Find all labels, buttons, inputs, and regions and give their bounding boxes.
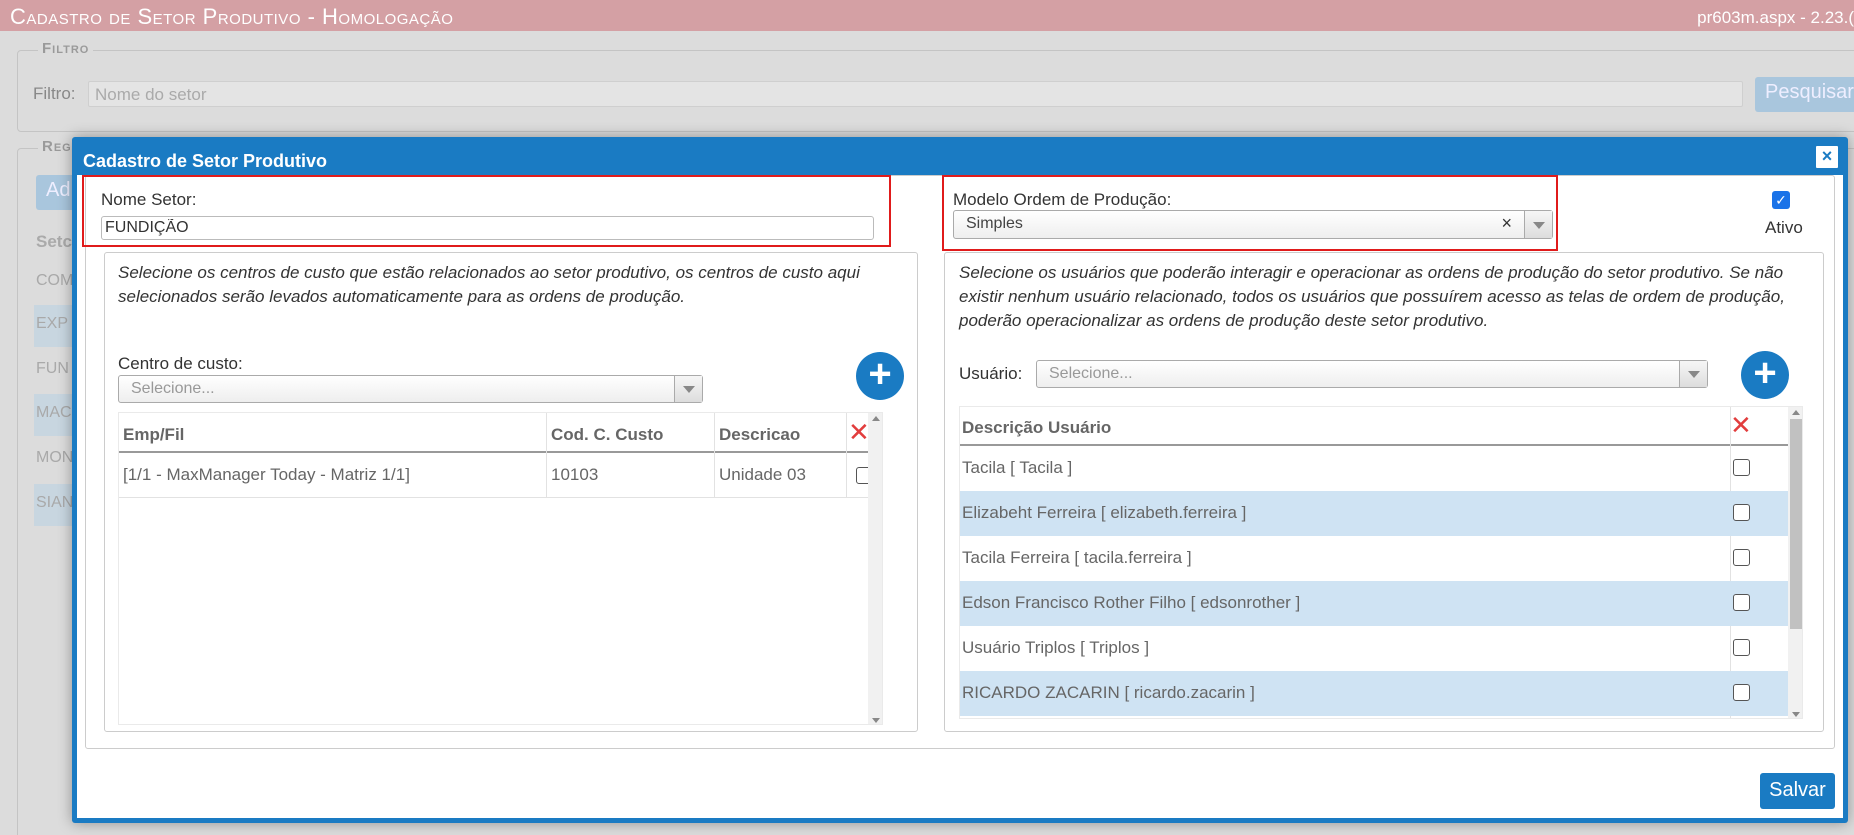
col-header-cod-custo: Cod. C. Custo bbox=[551, 425, 664, 444]
row-checkbox[interactable] bbox=[1733, 684, 1750, 701]
row-checkbox[interactable] bbox=[1733, 504, 1750, 521]
add-usuario-button[interactable]: + bbox=[1741, 351, 1789, 399]
nome-setor-input[interactable] bbox=[101, 216, 874, 240]
filter-legend: Filtro bbox=[38, 40, 94, 57]
cell-usuario: Tacila [ Tacila ] bbox=[962, 458, 1073, 477]
cell-cod-custo: 10103 bbox=[551, 465, 599, 484]
usuarios-description: Selecione os usuários que poderão intera… bbox=[959, 263, 1785, 330]
scroll-up-icon[interactable] bbox=[1792, 410, 1800, 415]
chevron-down-icon[interactable] bbox=[1524, 211, 1552, 238]
close-icon[interactable]: × bbox=[1815, 145, 1839, 169]
row-checkbox[interactable] bbox=[1733, 549, 1750, 566]
delete-selected-icon[interactable]: ✕ bbox=[1730, 412, 1752, 438]
table-row: Tacila Ferreira [ tacila.ferreira ] bbox=[960, 536, 1788, 581]
usuarios-panel: Selecione os usuários que poderão intera… bbox=[944, 252, 1824, 732]
setor-modal: Cadastro de Setor Produtivo × Nome Setor… bbox=[72, 137, 1848, 823]
centro-custo-panel: Selecione os centros de custo que estão … bbox=[104, 252, 918, 732]
cell-descricao: Unidade 03 bbox=[719, 465, 806, 484]
modelo-value: Simples bbox=[966, 215, 1023, 232]
scroll-down-icon[interactable] bbox=[872, 718, 880, 723]
col-header-emp-fil: Emp/Fil bbox=[123, 425, 185, 444]
usuario-label: Usuário: bbox=[959, 364, 1023, 383]
table-row: Edson Francisco Rother Filho [ edsonroth… bbox=[960, 581, 1788, 626]
modelo-select[interactable]: Simples × bbox=[953, 210, 1553, 239]
col-header-descricao: Descricao bbox=[719, 425, 801, 444]
row-checkbox[interactable] bbox=[1733, 594, 1750, 611]
grid-scrollbar[interactable] bbox=[868, 413, 882, 724]
row-checkbox[interactable] bbox=[1733, 459, 1750, 476]
centro-custo-placeholder: Selecione... bbox=[131, 380, 215, 397]
cell-usuario: RICARDO ZACARIN [ ricardo.zacarin ] bbox=[962, 683, 1255, 702]
registros-legend: Reg bbox=[38, 138, 76, 155]
col-header-descricao-usuario: Descrição Usuário bbox=[962, 418, 1112, 437]
scrollbar-thumb[interactable] bbox=[1790, 419, 1802, 629]
modelo-label: Modelo Ordem de Produção: bbox=[953, 190, 1172, 209]
usuarios-grid: Descrição Usuário ✕ Tacila [ Tacila ] El… bbox=[959, 406, 1803, 719]
table-row: RICARDO ZACARIN [ ricardo.zacarin ] bbox=[960, 671, 1788, 716]
nome-setor-label: Nome Setor: bbox=[101, 190, 197, 209]
row-checkbox[interactable] bbox=[1733, 639, 1750, 656]
cell-usuario: Elizabeht Ferreira [ elizabeth.ferreira … bbox=[962, 503, 1247, 522]
ativo-checkbox[interactable]: ✓ bbox=[1772, 191, 1790, 209]
chevron-down-icon[interactable] bbox=[674, 376, 702, 402]
usuario-select[interactable]: Selecione... bbox=[1036, 360, 1708, 388]
centro-custo-label: Centro de custo: bbox=[118, 354, 243, 373]
clear-icon[interactable]: × bbox=[1501, 213, 1512, 234]
table-row: Tacila [ Tacila ] bbox=[960, 446, 1788, 491]
modal-title: Cadastro de Setor Produtivo bbox=[83, 151, 328, 171]
filter-input[interactable]: Nome do setor bbox=[88, 81, 1743, 107]
cell-usuario: Tacila Ferreira [ tacila.ferreira ] bbox=[962, 548, 1192, 567]
cell-usuario: Edson Francisco Rother Filho [ edsonroth… bbox=[962, 593, 1301, 612]
table-row: Usuário Triplos [ Triplos ] bbox=[960, 626, 1788, 671]
centro-custo-description: Selecione os centros de custo que estão … bbox=[118, 263, 860, 306]
delete-selected-icon[interactable]: ✕ bbox=[848, 419, 870, 445]
scroll-up-icon[interactable] bbox=[872, 416, 880, 421]
table-row: [1/1 - MaxManager Today - Matriz 1/1] 10… bbox=[119, 453, 882, 498]
table-row: Elizabeht Ferreira [ elizabeth.ferreira … bbox=[960, 491, 1788, 536]
centro-custo-grid: Emp/Fil Cod. C. Custo Descricao ✕ [1/1 -… bbox=[118, 412, 883, 725]
cell-usuario: Usuário Triplos [ Triplos ] bbox=[962, 638, 1150, 657]
modal-body: Nome Setor: Modelo Ordem de Produção: Si… bbox=[77, 175, 1843, 818]
save-button[interactable]: Salvar bbox=[1760, 773, 1835, 809]
search-button[interactable]: Pesquisar bbox=[1755, 77, 1854, 112]
grid-scrollbar[interactable] bbox=[1788, 407, 1802, 718]
modal-content: Nome Setor: Modelo Ordem de Produção: Si… bbox=[82, 175, 1835, 749]
cell-emp-fil: [1/1 - MaxManager Today - Matriz 1/1] bbox=[123, 465, 410, 484]
setor-col-header: Setc bbox=[36, 232, 72, 251]
app-header: Cadastro de Setor Produtivo - Homologaçã… bbox=[0, 0, 1854, 31]
ativo-label: Ativo bbox=[1765, 218, 1803, 237]
page-version: pr603m.aspx - 2.23.( bbox=[1697, 8, 1854, 27]
centro-custo-select[interactable]: Selecione... bbox=[118, 375, 703, 403]
add-centro-custo-button[interactable]: + bbox=[856, 352, 904, 400]
chevron-down-icon[interactable] bbox=[1679, 361, 1707, 387]
scroll-down-icon[interactable] bbox=[1792, 712, 1800, 717]
filter-label: Filtro: bbox=[33, 84, 76, 103]
usuario-placeholder: Selecione... bbox=[1049, 365, 1133, 382]
page-title: Cadastro de Setor Produtivo - Homologaçã… bbox=[10, 4, 454, 29]
